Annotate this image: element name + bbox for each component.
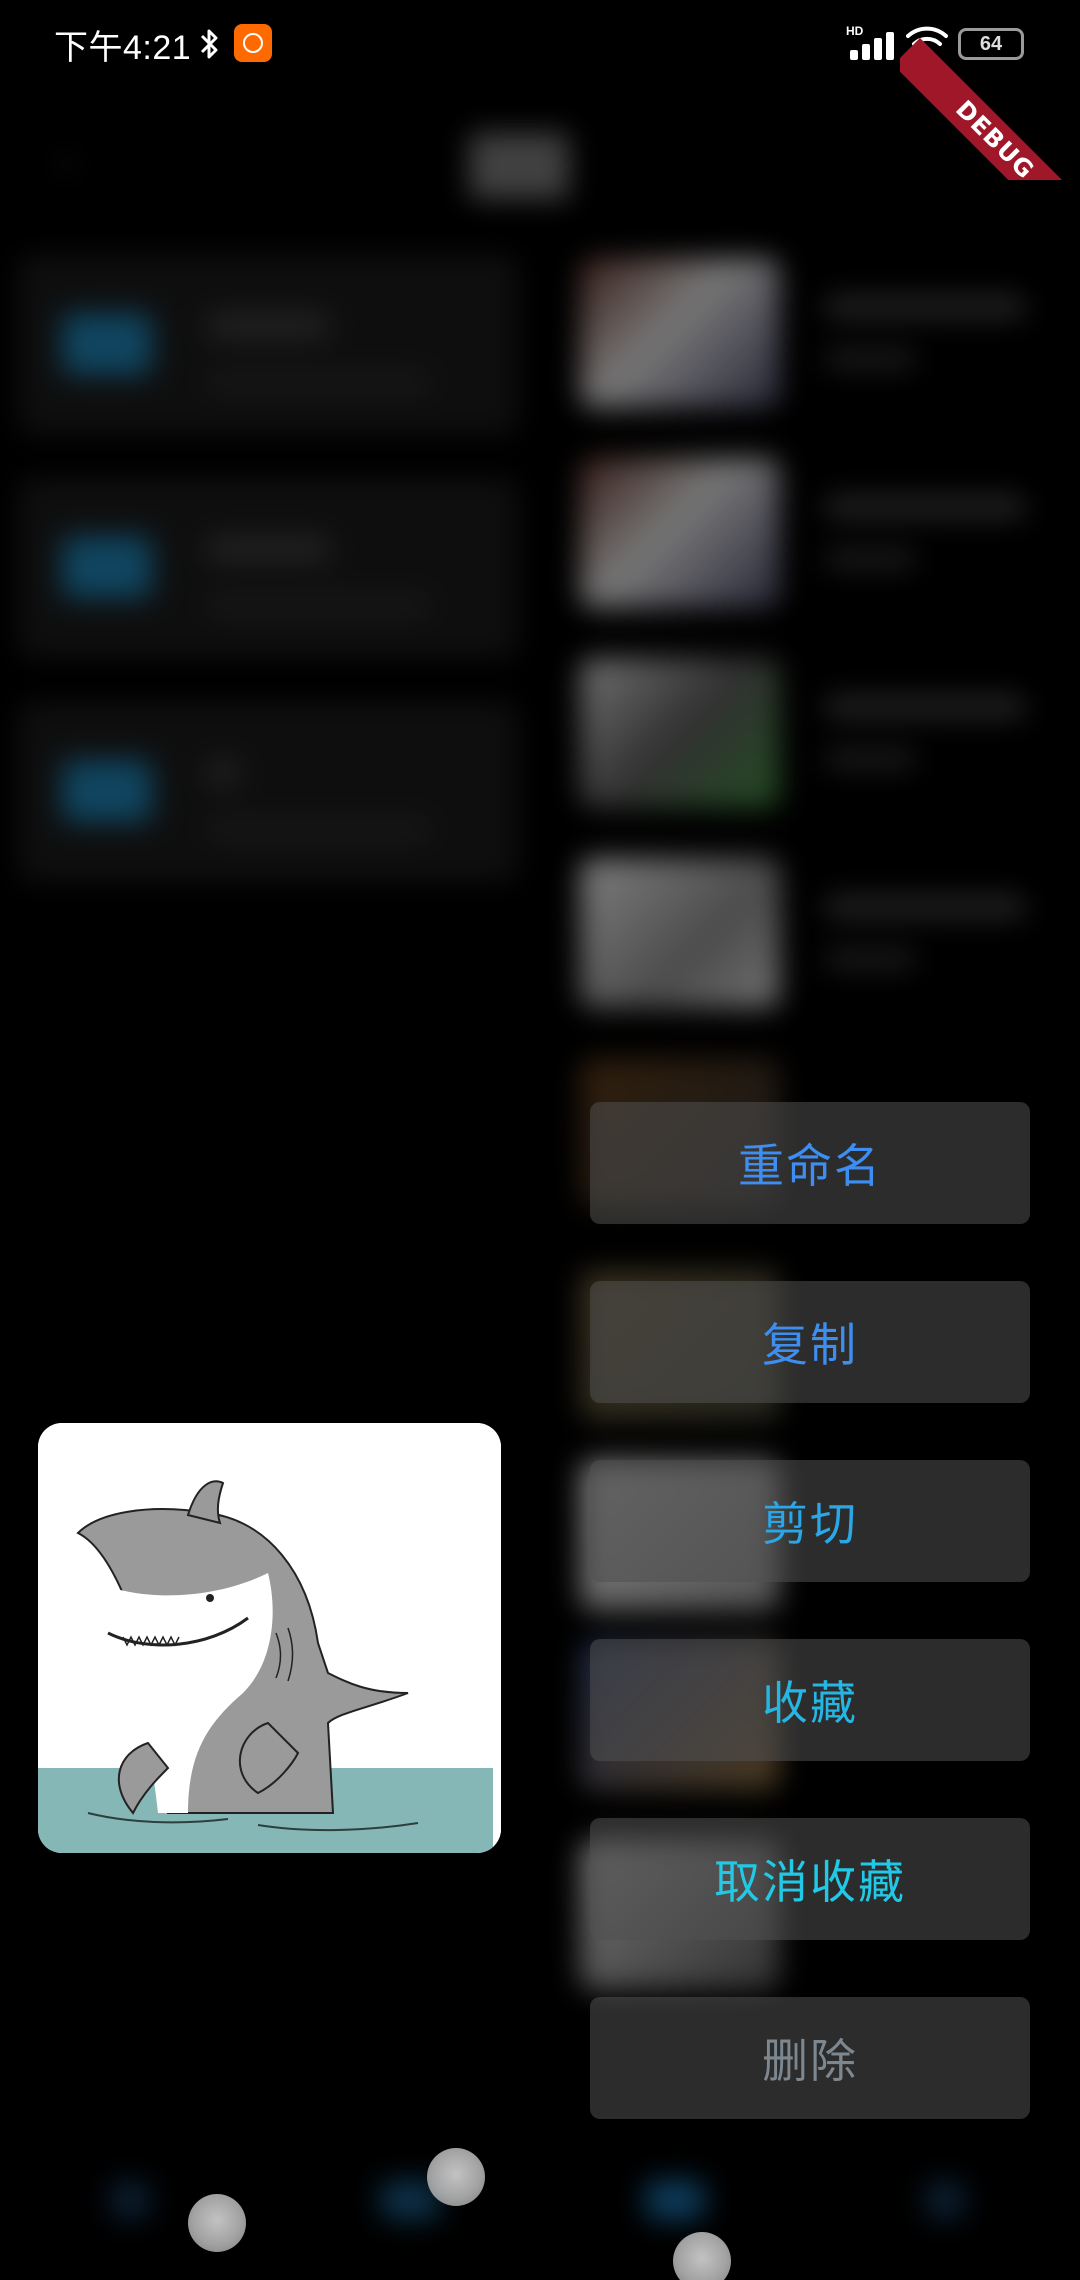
background-folder-item bbox=[18, 702, 518, 882]
nav-profile-icon bbox=[925, 2180, 965, 2220]
folder-icon bbox=[62, 760, 152, 822]
touch-indicator bbox=[427, 2148, 485, 2206]
background-folder-item bbox=[18, 478, 518, 658]
signal-icon bbox=[850, 32, 894, 60]
menu-item-label: 剪切 bbox=[762, 1497, 858, 1551]
nav-home-icon bbox=[110, 2180, 150, 2220]
bluetooth-icon bbox=[200, 29, 218, 59]
menu-item-label: 重命名 bbox=[738, 1139, 882, 1193]
mi-notification-icon bbox=[234, 24, 272, 62]
background-folder-item bbox=[18, 255, 518, 435]
touch-indicator bbox=[188, 2194, 246, 2252]
menu-item-delete[interactable]: 删除 bbox=[590, 1997, 1030, 2119]
background-thumbnail bbox=[580, 658, 780, 808]
context-menu: 重命名 复制 剪切 收藏 取消收藏 删除 bbox=[590, 1102, 1030, 2176]
debug-banner: DEBUG bbox=[900, 0, 1080, 180]
menu-item-label: 删除 bbox=[762, 2034, 858, 2088]
menu-item-label: 复制 bbox=[762, 1318, 858, 1372]
background-thumbnail bbox=[580, 258, 780, 408]
menu-item-copy[interactable]: 复制 bbox=[590, 1281, 1030, 1403]
menu-item-label: 取消收藏 bbox=[714, 1855, 906, 1909]
background-thumbnail bbox=[580, 858, 780, 1008]
debug-label: DEBUG bbox=[950, 94, 1040, 180]
nav-folder-icon bbox=[645, 2180, 705, 2220]
menu-item-favorite[interactable]: 收藏 bbox=[590, 1639, 1030, 1761]
background-title: ▇▇ bbox=[470, 125, 569, 199]
status-time: 下午4:21 bbox=[54, 29, 192, 67]
back-arrow-icon: ‹ bbox=[58, 140, 74, 186]
menu-item-unfavorite[interactable]: 取消收藏 bbox=[590, 1818, 1030, 1940]
background-thumbnail bbox=[580, 458, 780, 608]
menu-item-rename[interactable]: 重命名 bbox=[590, 1102, 1030, 1224]
menu-item-label: 收藏 bbox=[762, 1676, 858, 1730]
folder-icon bbox=[62, 536, 152, 598]
file-preview-card bbox=[38, 1423, 501, 1853]
folder-icon bbox=[62, 313, 152, 375]
menu-item-cut[interactable]: 剪切 bbox=[590, 1460, 1030, 1582]
shark-image bbox=[38, 1423, 501, 1853]
